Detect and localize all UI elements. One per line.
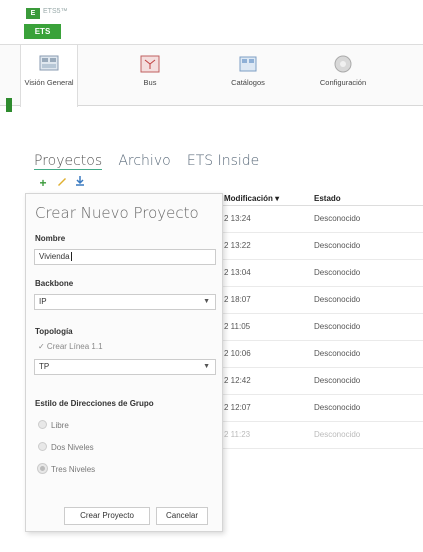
overview-icon [38,54,60,74]
group-style-label: Estilo de Direcciones de Grupo [35,399,154,408]
name-label: Nombre [35,234,66,243]
cell-status: Desconocido [314,430,361,439]
table-row[interactable]: 2 12:42 Desconocido [214,368,423,395]
table-header: Modificación ▾ Estado [214,186,423,206]
ets-menu-tab[interactable]: ETS [24,24,61,39]
cell-modified: 2 13:04 [224,268,251,277]
cell-modified: 2 11:05 [224,322,251,331]
ribbon-bus-button[interactable]: Bus [130,45,170,105]
add-icon[interactable]: + [37,177,49,189]
radio-two-levels[interactable]: Dos Niveles [38,442,94,452]
app-subtitle: ETS5™ [43,8,68,15]
create-project-button[interactable]: Crear Proyecto [64,507,150,525]
topology-select[interactable]: TP ▼ [34,359,216,375]
project-name-field[interactable]: Vivienda [34,249,216,265]
title-bar: E ETS5™ ETS [0,0,423,44]
radio-three-levels[interactable]: Tres Niveles [38,464,95,474]
cell-status: Desconocido [314,268,361,277]
cell-status: Desconocido [314,349,361,358]
tab-ets-inside[interactable]: ETS Inside [187,153,259,169]
backbone-label: Backbone [35,279,74,288]
table-row[interactable]: 2 13:04 Desconocido [214,260,423,287]
cell-status: Desconocido [314,241,361,250]
cell-modified: 2 12:42 [224,376,251,385]
ribbon-catalogs-button[interactable]: Catálogos [225,45,271,105]
column-status[interactable]: Estado [314,194,341,203]
radio-dot [38,442,47,451]
import-icon[interactable] [74,175,86,187]
project-toolbar: + [37,175,90,191]
panel-title: Crear Nuevo Proyecto [35,204,199,222]
backbone-value: IP [39,297,47,306]
table-row[interactable]: 2 13:24 Desconocido [214,206,423,233]
radio-dot [38,420,47,429]
cell-status: Desconocido [314,403,361,412]
radio-free[interactable]: Libre [38,420,69,430]
ribbon-label: Catálogos [231,78,265,87]
radio-label: Libre [51,421,69,430]
create-lines-checkbox[interactable]: ✓ Crear Línea 1.1 [38,342,103,351]
cell-modified: 2 13:22 [224,241,251,250]
table-row[interactable]: 2 13:22 Desconocido [214,233,423,260]
cell-modified: 2 11:23 [224,430,251,439]
projects-table: Modificación ▾ Estado 2 13:24 Desconocido… [214,186,423,449]
ribbon-label: Visión General [24,78,74,87]
table-row[interactable]: 2 18:07 Desconocido [214,287,423,314]
radio-label: Dos Niveles [51,443,94,452]
cell-status: Desconocido [314,214,361,223]
settings-gear-icon [332,54,354,74]
create-project-panel: Crear Nuevo Proyecto Nombre Vivienda Bac… [25,193,223,532]
cell-modified: 2 12:07 [224,403,251,412]
cancel-button[interactable]: Cancelar [156,507,208,525]
bus-icon [139,54,161,74]
side-accent [6,98,12,112]
ribbon-settings-button[interactable]: Configuración [312,45,374,105]
chevron-down-icon: ▼ [203,298,210,305]
table-row[interactable]: 2 11:05 Desconocido [214,314,423,341]
edit-icon[interactable] [56,175,68,187]
content-tabs: Proyectos Archivo ETS Inside [34,152,271,170]
cell-modified: 2 13:24 [224,214,251,223]
table-row[interactable]: 2 10:06 Desconocido [214,341,423,368]
tab-projects[interactable]: Proyectos [34,153,103,170]
backbone-select[interactable]: IP ▼ [34,294,216,310]
topology-value: TP [39,362,50,371]
ribbon: Visión General Bus Catálogos Configuraci… [0,44,423,107]
ribbon-overview-button[interactable]: Visión General [20,45,78,107]
chevron-down-icon: ▼ [203,363,210,370]
radio-dot [38,464,47,473]
cell-status: Desconocido [314,322,361,331]
column-modified[interactable]: Modificación ▾ [224,194,279,203]
tab-archive[interactable]: Archivo [118,153,170,169]
cell-status: Desconocido [314,295,361,304]
cell-modified: 2 18:07 [224,295,251,304]
table-row[interactable]: 2 12:07 Desconocido [214,395,423,422]
ribbon-label: Bus [143,78,157,87]
radio-label: Tres Niveles [51,465,96,474]
cell-modified: 2 10:06 [224,349,251,358]
ets-logo: E [26,8,40,19]
ribbon-label: Configuración [319,78,367,87]
catalog-icon [237,54,259,74]
project-name-value: Vivienda [39,252,70,261]
topology-label: Topología [35,327,73,336]
cell-status: Desconocido [314,376,361,385]
table-row[interactable]: 2 11:23 Desconocido [214,422,423,449]
